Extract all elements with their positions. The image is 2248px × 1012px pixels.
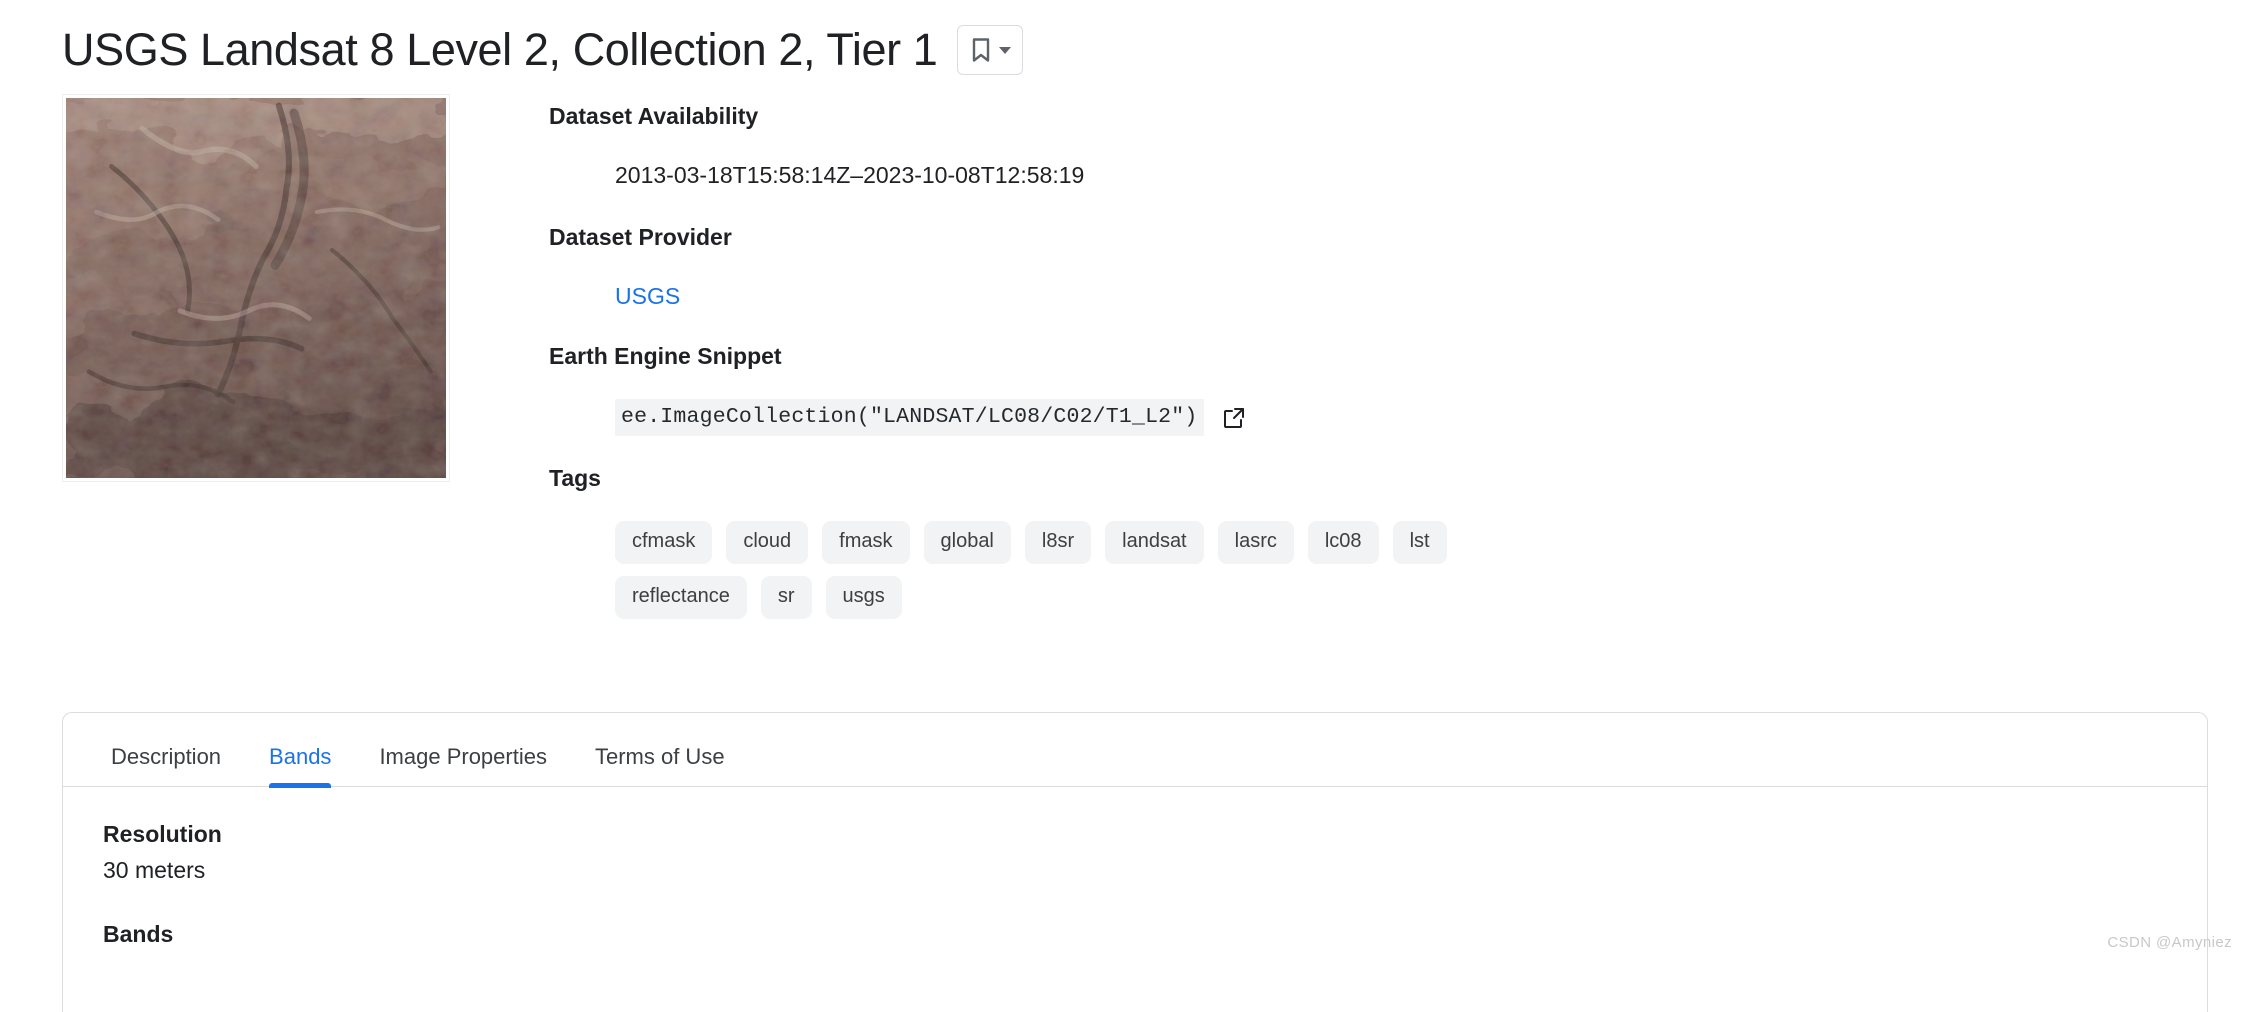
tag-chip[interactable]: lasrc — [1217, 520, 1294, 564]
tag-chip[interactable]: cloud — [726, 520, 809, 564]
dataset-availability-value: 2013-03-18T15:58:14Z–2023-10-08T12:58:19 — [615, 161, 1085, 188]
bands-label: Bands — [103, 921, 174, 948]
dataset-tabs-card: Description Bands Image Properties Terms of… — [62, 712, 2208, 1012]
tab-bar: Description Bands Image Properties Terms of… — [63, 713, 2207, 788]
tag-chip[interactable]: sr — [760, 575, 812, 619]
earth-engine-snippet-row: ee.ImageCollection("LANDSAT/LC08/C02/T1_… — [549, 399, 2248, 437]
tab-description[interactable]: Description — [87, 746, 245, 786]
bands-panel: Resolution 30 meters Bands — [63, 787, 2207, 948]
satellite-image — [66, 98, 446, 478]
thumbnail-container — [62, 90, 450, 482]
external-link-icon[interactable] — [1220, 404, 1248, 432]
tags-label: Tags — [549, 465, 601, 492]
provider-link-usgs[interactable]: USGS — [615, 283, 680, 309]
dataset-provider-value: USGS — [549, 280, 2248, 312]
page-header: USGS Landsat 8 Level 2, Collection 2, Ti… — [0, 0, 2248, 86]
tag-chip[interactable]: lst — [1392, 520, 1447, 564]
earth-engine-snippet-label: Earth Engine Snippet — [549, 343, 782, 370]
tag-chip[interactable]: reflectance — [615, 575, 747, 619]
bookmark-button[interactable] — [957, 25, 1024, 75]
dataset-provider-label: Dataset Provider — [549, 224, 732, 251]
watermark: CSDN @Amyniez — [2107, 934, 2232, 951]
dataset-overview: Dataset Availability 2013-03-18T15:58:14… — [0, 90, 2248, 619]
resolution-label: Resolution — [103, 821, 222, 847]
bookmark-icon — [970, 37, 992, 63]
chevron-down-icon — [998, 46, 1011, 54]
page-title: USGS Landsat 8 Level 2, Collection 2, Ti… — [62, 24, 938, 76]
tag-chip[interactable]: cfmask — [615, 520, 713, 564]
tag-chip[interactable]: landsat — [1105, 520, 1204, 564]
tag-chip[interactable]: fmask — [822, 520, 910, 564]
tags-list: cfmask cloud fmask global l8sr landsat lasrc lc… — [549, 520, 1509, 619]
resolution-value: 30 meters — [103, 857, 206, 884]
tag-chip[interactable]: lc08 — [1307, 520, 1379, 564]
tab-image-properties[interactable]: Image Properties — [355, 746, 571, 786]
dataset-thumbnail — [62, 94, 450, 482]
dataset-details: Dataset Availability 2013-03-18T15:58:14… — [450, 90, 2248, 619]
tag-chip[interactable]: usgs — [825, 575, 902, 619]
tab-bands[interactable]: Bands — [245, 746, 355, 788]
dataset-availability-label: Dataset Availability — [549, 103, 759, 129]
tag-chip[interactable]: global — [923, 520, 1011, 564]
tag-chip[interactable]: l8sr — [1024, 520, 1092, 564]
tab-terms-of-use[interactable]: Terms of Use — [571, 746, 749, 786]
snippet-code[interactable]: ee.ImageCollection("LANDSAT/LC08/C02/T1_… — [615, 399, 1204, 437]
